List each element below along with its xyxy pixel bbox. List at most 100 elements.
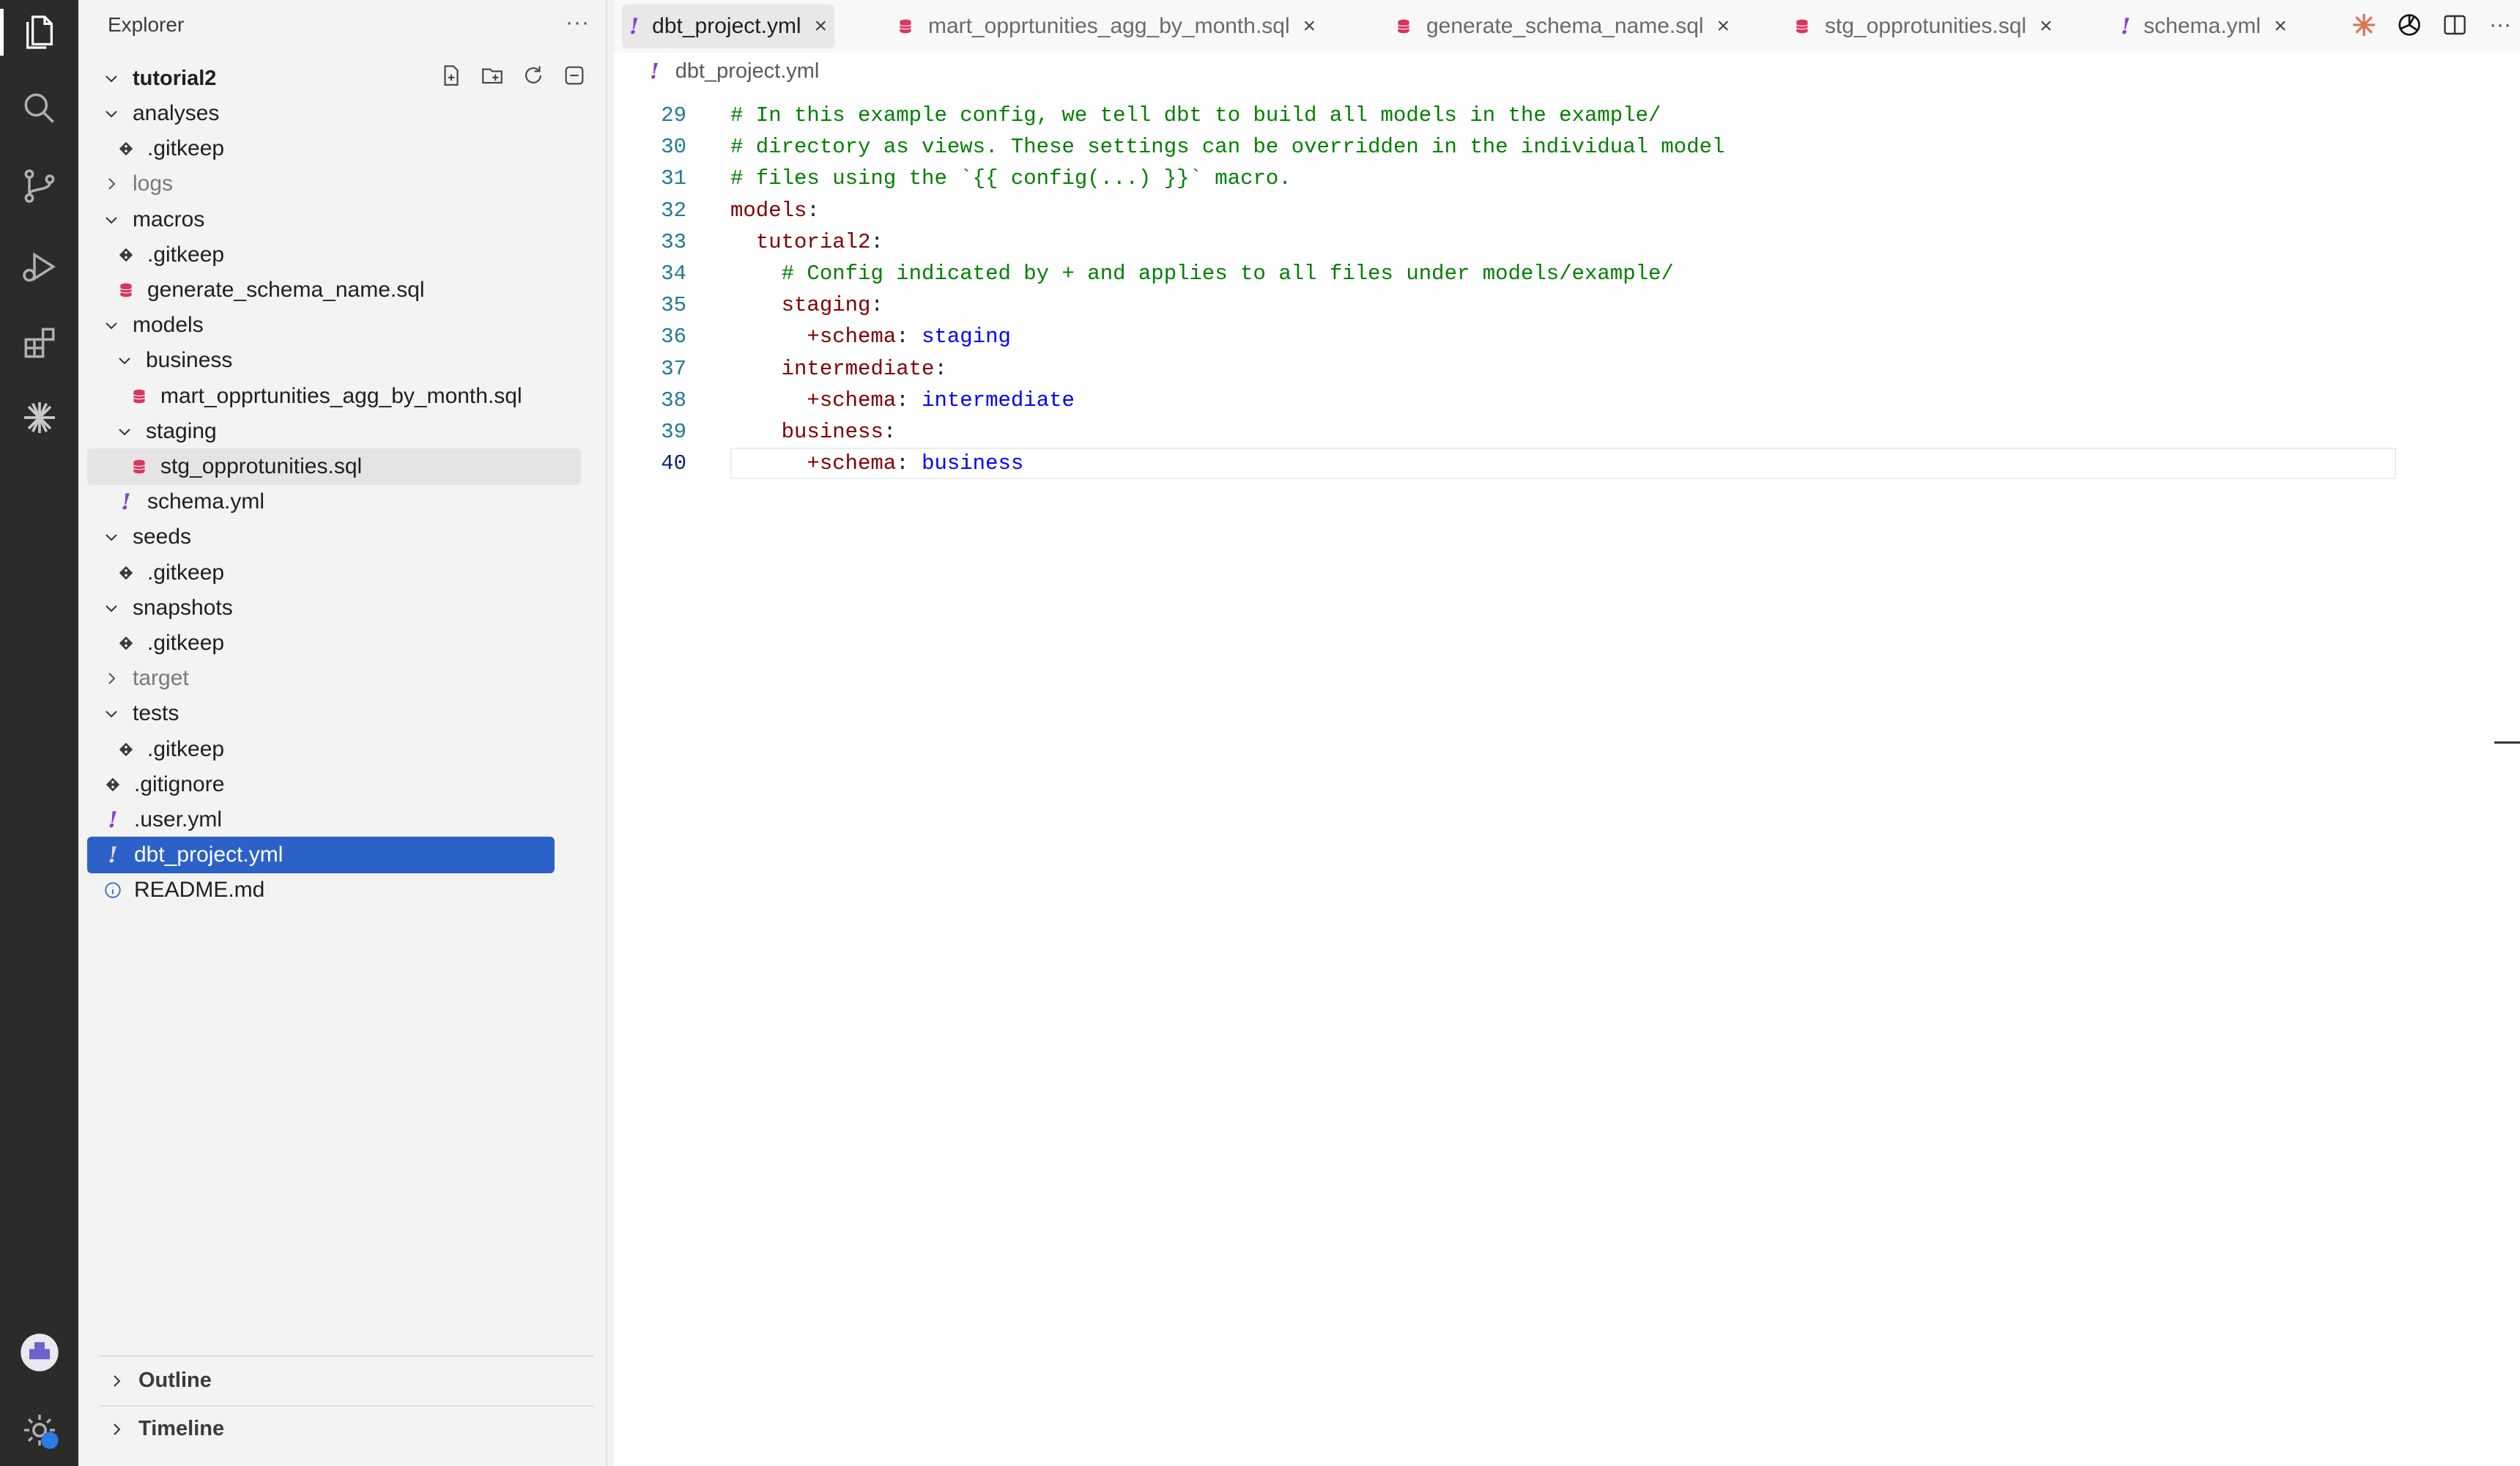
- tree-folder[interactable]: macros: [87, 201, 555, 238]
- chevron-right-icon: [100, 670, 122, 687]
- line-content: intermediate:: [781, 356, 947, 381]
- tree-folder[interactable]: target: [87, 660, 555, 697]
- chevron-down-icon: [100, 105, 122, 122]
- line-number: 30: [661, 135, 686, 160]
- line-number: 35: [661, 293, 686, 318]
- claude-icon[interactable]: [16, 394, 63, 441]
- tree-file[interactable]: ! dbt_project.yml: [87, 837, 555, 874]
- tree-folder[interactable]: logs: [87, 166, 555, 202]
- tab-label: stg_opprotunities.sql: [1825, 14, 2027, 38]
- close-icon[interactable]: ×: [2274, 14, 2287, 39]
- tree-file[interactable]: stg_opprotunities.sql: [87, 448, 581, 485]
- git-file-icon: [114, 245, 138, 264]
- database-icon: [114, 281, 138, 300]
- code-line: 40 +schema: business: [613, 448, 2518, 480]
- code-line: 30 # directory as views. These settings c…: [613, 131, 2518, 163]
- tree-folder[interactable]: staging: [87, 413, 568, 450]
- close-icon[interactable]: ×: [1717, 14, 1730, 39]
- settings-icon[interactable]: [16, 1407, 63, 1454]
- line-content: business:: [781, 420, 897, 444]
- tab-label: mart_opprtunities_agg_by_month.sql: [928, 14, 1290, 38]
- tree-item-label: stg_opprotunities.sql: [160, 454, 363, 478]
- split-editor-icon[interactable]: [2440, 10, 2469, 40]
- new-folder-icon[interactable]: [480, 63, 505, 88]
- chevron-down-icon: [114, 423, 136, 440]
- git-file-icon: [114, 740, 138, 759]
- chevron-down-icon: [114, 352, 136, 369]
- tree-file[interactable]: .gitkeep: [87, 555, 568, 591]
- account-icon[interactable]: [16, 1329, 63, 1376]
- tree-item-label: business: [146, 348, 233, 373]
- line-content: # In this example config, we tell dbt to…: [730, 103, 1661, 127]
- yml-file-icon: !: [650, 59, 659, 84]
- tree-item-label: seeds: [133, 525, 192, 549]
- more-actions-icon[interactable]: ···: [2486, 10, 2515, 40]
- tree-file[interactable]: .gitkeep: [87, 130, 568, 167]
- git-file-icon: [114, 634, 138, 653]
- openai-icon[interactable]: [2395, 10, 2424, 40]
- tree-file[interactable]: .gitkeep: [87, 731, 568, 768]
- tree-file[interactable]: README.md: [87, 872, 555, 908]
- tree-item-label: .gitkeep: [147, 242, 225, 267]
- tab-stg-opprotunities-sql[interactable]: stg_opprotunities.sql ×: [1785, 4, 2060, 48]
- line-number: 33: [661, 229, 686, 254]
- more-actions-icon[interactable]: ···: [566, 10, 590, 35]
- outline-section[interactable]: Outline: [108, 1369, 212, 1393]
- tree-file[interactable]: ! .user.yml: [87, 802, 555, 838]
- tree-file[interactable]: ! schema.yml: [87, 484, 568, 520]
- tree-item-label: analyses: [133, 101, 220, 125]
- tree-file[interactable]: mart_opprtunities_agg_by_month.sql: [87, 378, 581, 415]
- extensions-icon[interactable]: [16, 319, 63, 366]
- close-icon[interactable]: ×: [2039, 14, 2053, 39]
- tree-folder[interactable]: business: [87, 342, 568, 379]
- tree-file[interactable]: generate_schema_name.sql: [87, 272, 568, 308]
- project-name: tutorial2: [133, 66, 217, 90]
- new-file-icon[interactable]: [439, 63, 464, 88]
- chevron-down-icon: [100, 316, 122, 334]
- tree-item-label: schema.yml: [147, 489, 265, 514]
- tree-item-label: macros: [133, 207, 205, 232]
- tab-generate-schema-name-sql[interactable]: generate_schema_name.sql ×: [1387, 4, 1737, 48]
- code-line: 38 +schema: intermediate: [613, 385, 2518, 416]
- source-control-icon[interactable]: [16, 163, 63, 210]
- sidebar-title: Explorer: [108, 13, 185, 36]
- line-number: 36: [661, 325, 686, 349]
- code-line: 29 # In this example config, we tell dbt …: [613, 100, 2518, 131]
- tree-file[interactable]: .gitkeep: [87, 625, 568, 662]
- tab-dbt-project-yml[interactable]: ! dbt_project.yml ×: [622, 4, 835, 48]
- search-icon[interactable]: [16, 85, 63, 132]
- scrollbar-marker[interactable]: [2494, 741, 2520, 744]
- code-line: 35 staging:: [613, 289, 2518, 321]
- code-line: 36 +schema: staging: [613, 321, 2518, 352]
- tree-folder[interactable]: seeds: [87, 519, 555, 555]
- explorer-icon[interactable]: [0, 9, 63, 56]
- database-icon: [896, 17, 915, 36]
- line-number: 34: [661, 262, 686, 286]
- run-debug-icon[interactable]: [16, 243, 63, 290]
- tree-folder[interactable]: models: [87, 307, 555, 344]
- breadcrumb-file[interactable]: dbt_project.yml: [675, 59, 820, 84]
- tree-item-label: .user.yml: [134, 807, 223, 832]
- line-content: tutorial2:: [755, 229, 883, 254]
- tab-mart-opprtunities-agg-by-month-sql[interactable]: mart_opprtunities_agg_by_month.sql ×: [889, 4, 1323, 48]
- tree-folder[interactable]: snapshots: [87, 590, 555, 626]
- tab-schema-yml[interactable]: ! schema.yml ×: [2113, 4, 2294, 48]
- chevron-down-icon: [100, 70, 122, 87]
- refresh-icon[interactable]: [521, 63, 546, 88]
- line-content: +schema: intermediate: [807, 388, 1075, 412]
- tree-folder[interactable]: tests: [87, 695, 555, 732]
- breadcrumb: ! dbt_project.yml: [650, 59, 819, 84]
- tree-item-label: logs: [133, 171, 174, 196]
- divider: [99, 1405, 594, 1407]
- tree-file[interactable]: .gitkeep: [87, 237, 568, 273]
- tree-folder[interactable]: analyses: [87, 95, 555, 132]
- tree-file[interactable]: .gitignore: [87, 766, 555, 803]
- collapse-all-icon[interactable]: [562, 63, 587, 88]
- claude-icon[interactable]: [2349, 10, 2379, 40]
- divider: [99, 1355, 594, 1357]
- close-icon[interactable]: ×: [815, 14, 828, 39]
- close-icon[interactable]: ×: [1303, 14, 1316, 39]
- timeline-section[interactable]: Timeline: [108, 1417, 224, 1441]
- explorer-sidebar: Explorer ··· tutorial2 analyses .gitkeep l…: [78, 0, 607, 1466]
- editor-area: ! dbt_project.yml × mart_opprtunities_agg_b…: [612, 0, 2520, 1466]
